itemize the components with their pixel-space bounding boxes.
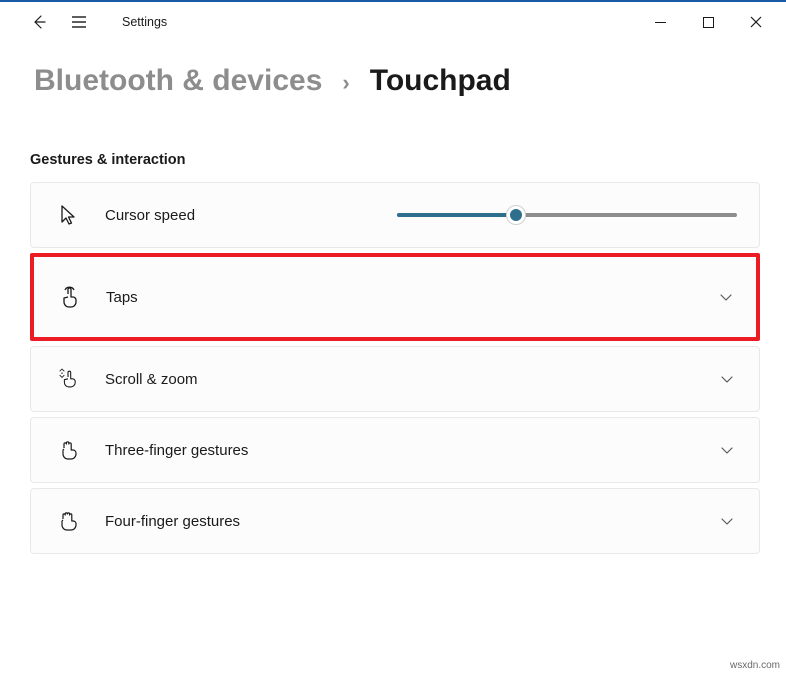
scroll-zoom-label: Scroll & zoom: [105, 371, 198, 388]
breadcrumb: Bluetooth & devices › Touchpad: [0, 42, 786, 108]
three-finger-card[interactable]: Three-finger gestures: [30, 417, 760, 483]
chevron-down-icon: [717, 440, 737, 460]
four-finger-label: Four-finger gestures: [105, 513, 240, 530]
scroll-zoom-icon: [57, 367, 81, 391]
minimize-button[interactable]: [636, 3, 684, 41]
close-icon: [750, 16, 762, 28]
cursor-speed-label: Cursor speed: [105, 207, 195, 224]
window-titlebar: Settings: [0, 2, 786, 42]
close-button[interactable]: [732, 3, 780, 41]
three-finger-label: Three-finger gestures: [105, 442, 248, 459]
maximize-button[interactable]: [684, 3, 732, 41]
section-header: Gestures & interaction: [30, 152, 760, 168]
four-finger-card[interactable]: Four-finger gestures: [30, 488, 760, 554]
cursor-speed-slider[interactable]: [397, 206, 737, 224]
three-finger-icon: [57, 438, 81, 462]
four-finger-icon: [57, 509, 81, 533]
back-button[interactable]: [28, 11, 50, 33]
arrow-left-icon: [31, 14, 47, 30]
chevron-down-icon: [716, 287, 736, 307]
maximize-icon: [703, 17, 714, 28]
watermark: wsxdn.com: [730, 660, 780, 671]
app-title: Settings: [122, 15, 167, 29]
cursor-speed-card[interactable]: Cursor speed: [30, 182, 760, 248]
hamburger-menu-button[interactable]: [68, 11, 90, 33]
taps-label: Taps: [106, 289, 138, 306]
content-area: Gestures & interaction Cursor speed Taps: [0, 108, 786, 554]
chevron-right-icon: ›: [342, 70, 349, 96]
breadcrumb-parent[interactable]: Bluetooth & devices: [34, 64, 322, 98]
cursor-icon: [57, 203, 81, 227]
chevron-down-icon: [717, 369, 737, 389]
titlebar-left: Settings: [6, 11, 167, 33]
page-title: Touchpad: [370, 64, 511, 98]
slider-thumb[interactable]: [506, 205, 526, 225]
scroll-zoom-card[interactable]: Scroll & zoom: [30, 346, 760, 412]
chevron-down-icon: [717, 511, 737, 531]
hamburger-icon: [71, 15, 87, 29]
minimize-icon: [655, 17, 666, 28]
taps-card[interactable]: Taps: [30, 253, 760, 341]
window-controls: [636, 3, 780, 41]
tap-icon: [58, 285, 82, 309]
slider-rail: [397, 213, 737, 217]
slider-fill: [397, 213, 516, 217]
